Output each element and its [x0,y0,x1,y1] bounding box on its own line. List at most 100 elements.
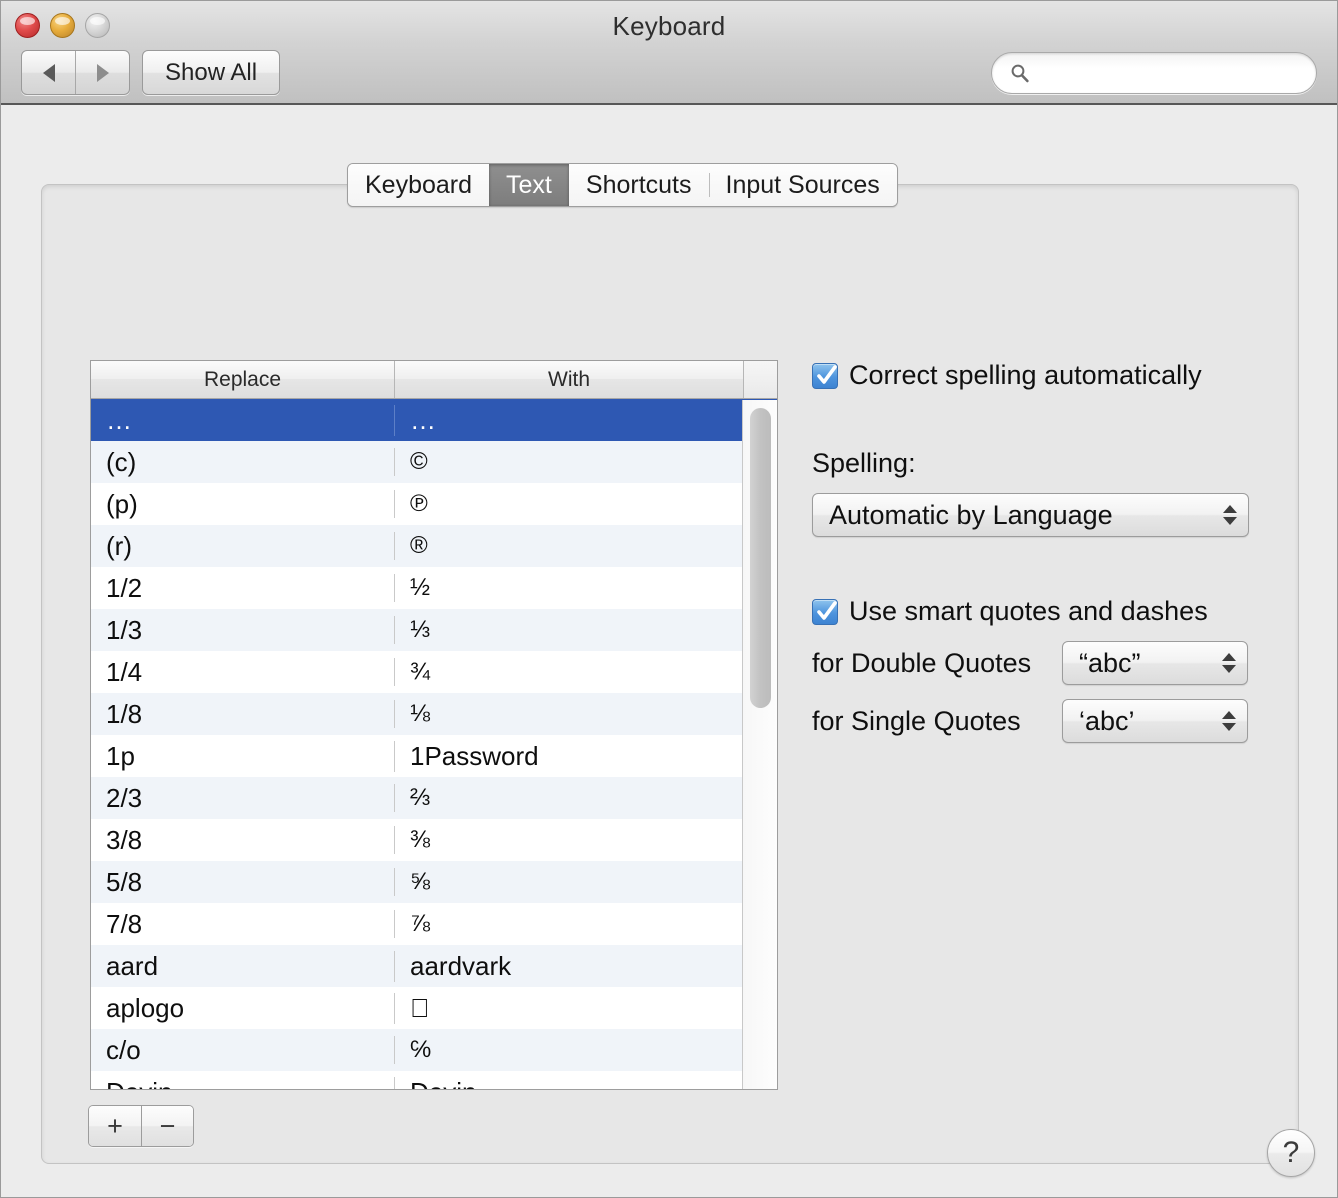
search-field[interactable] [991,52,1317,94]
updown-arrows-icon [1222,653,1236,673]
cell-with: ® [394,532,743,560]
preference-pane-body: Keyboard Text Shortcuts Input Sources Re… [1,105,1337,1197]
text-settings-panel: Replace With … … (c) © (p) ℗ (r) ® 1/2 ½… [41,184,1299,1164]
scrollbar-thumb[interactable] [750,408,771,708]
cell-with: ⅜ [394,826,743,854]
table-row[interactable]: 1p 1Password [91,735,777,777]
cell-replace: 1/2 [106,572,143,603]
correct-spelling-label: Correct spelling automatically [849,360,1202,390]
cell-replace: 1/3 [106,614,143,645]
spelling-section: Spelling: Automatic by Language [812,448,1262,537]
cell-with: © [394,448,743,476]
tab-text[interactable]: Text [489,164,569,206]
cell-with: ⅔ [394,784,743,812]
table-header-row: Replace With [91,361,777,399]
tab-input-sources[interactable]: Input Sources [708,164,897,206]
table-row[interactable]: (p) ℗ [91,483,777,525]
smart-quotes-label: Use smart quotes and dashes [849,596,1208,626]
cell-replace: 3/8 [106,824,143,855]
table-row[interactable]: … … [91,399,777,441]
window-title: Keyboard [612,11,726,41]
updown-arrows-icon [1222,711,1236,731]
table-row[interactable]: aplogo  [91,987,777,1029]
cell-replace: (r) [106,530,132,561]
chevron-right-icon [96,63,109,82]
single-quotes-popup-button[interactable]: ‘abc’ [1062,699,1248,743]
spelling-popup-value: Automatic by Language [829,499,1113,530]
cell-replace: aplogo [106,992,185,1023]
add-entry-button[interactable]: + [89,1106,141,1146]
cell-with:  [394,992,743,1024]
tab-shortcuts[interactable]: Shortcuts [568,164,709,206]
cell-replace: Devin [91,1077,394,1090]
table-row[interactable]: 5/8 ⅝ [91,861,777,903]
cell-replace: 1p [106,740,135,771]
table-row[interactable]: (c) © [91,441,777,483]
cell-replace: 2/3 [106,782,143,813]
cell-with: ⅛ [394,700,743,728]
cell-with: ⅝ [394,868,743,896]
text-replacement-table: Replace With … … (c) © (p) ℗ (r) ® 1/2 ½… [90,360,778,1090]
table-row[interactable]: 1/3 ⅓ [91,609,777,651]
remove-entry-button[interactable]: − [141,1106,193,1146]
column-header-replace[interactable]: Replace [91,361,394,398]
chevron-left-icon [42,63,55,82]
search-input[interactable] [1038,61,1304,85]
cell-with: Devin [394,1076,743,1089]
table-row[interactable]: 1/2 ½ [91,567,777,609]
tab-keyboard[interactable]: Keyboard [348,164,490,206]
navigation-segmented-control [21,50,130,95]
table-row[interactable]: 2/3 ⅔ [91,777,777,819]
back-button[interactable] [22,51,75,94]
double-quotes-popup-button[interactable]: “abc” [1062,641,1248,685]
double-quotes-row: for Double Quotes “abc” [812,641,1262,685]
cell-with: 1Password [394,740,743,772]
table-row[interactable]: (r) ® [91,525,777,567]
cell-replace: (p) [106,488,138,519]
cell-replace: (c) [106,446,137,477]
cell-with: ¾ [394,658,743,686]
table-row[interactable]: Devin Devin [91,1071,777,1090]
add-remove-button-group: + − [88,1105,194,1147]
spelling-popup-button[interactable]: Automatic by Language [812,493,1249,537]
checkmark-icon [817,364,837,384]
updown-arrows-icon [1223,505,1237,525]
cell-replace: aard [106,950,159,981]
title-bar: Keyboard Show All [1,1,1337,105]
help-button[interactable]: ? [1267,1129,1315,1177]
cell-with: ⅞ [394,910,743,938]
cell-with: ℗ [394,490,743,518]
tab-bar: Keyboard Text Shortcuts Input Sources [347,163,898,207]
table-row[interactable]: 7/8 ⅞ [91,903,777,945]
cell-with: ℅ [394,1036,743,1064]
smart-quotes-checkbox[interactable] [812,598,838,625]
cell-with: … [394,404,743,436]
double-quotes-label: for Double Quotes [812,647,1032,678]
cell-with: ⅓ [394,616,743,644]
table-body: … … (c) © (p) ℗ (r) ® 1/2 ½ 1/3 ⅓ 1/4 ¾ … [91,399,777,1090]
cell-replace: … [106,404,132,435]
search-icon [1011,64,1029,83]
column-header-with[interactable]: With [394,361,743,398]
table-row[interactable]: aard aardvark [91,945,777,987]
cell-with: aardvark [394,950,743,982]
forward-button[interactable] [75,51,129,94]
table-row[interactable]: 1/8 ⅛ [91,693,777,735]
show-all-button[interactable]: Show All [142,50,281,95]
smart-quotes-row: Use smart quotes and dashes [812,596,1262,627]
cell-replace: 7/8 [106,908,143,939]
cell-replace: 1/4 [106,656,143,687]
keyboard-preferences-window: Keyboard Show All Keyboard Text Shortcut… [0,0,1338,1198]
correct-spelling-row: Correct spelling automatically [812,360,1262,391]
table-row[interactable]: 1/4 ¾ [91,651,777,693]
double-quotes-value: “abc” [1079,647,1141,678]
single-quotes-value: ‘abc’ [1079,705,1135,736]
table-row[interactable]: 3/8 ⅜ [91,819,777,861]
table-vertical-scrollbar[interactable] [742,400,777,1089]
smart-quotes-section: Use smart quotes and dashes for Double Q… [812,596,1262,743]
cell-replace: 1/8 [106,698,143,729]
table-row[interactable]: c/o ℅ [91,1029,777,1071]
checkmark-icon [817,600,837,620]
cell-replace: 5/8 [106,866,143,897]
correct-spelling-checkbox[interactable] [812,362,838,389]
